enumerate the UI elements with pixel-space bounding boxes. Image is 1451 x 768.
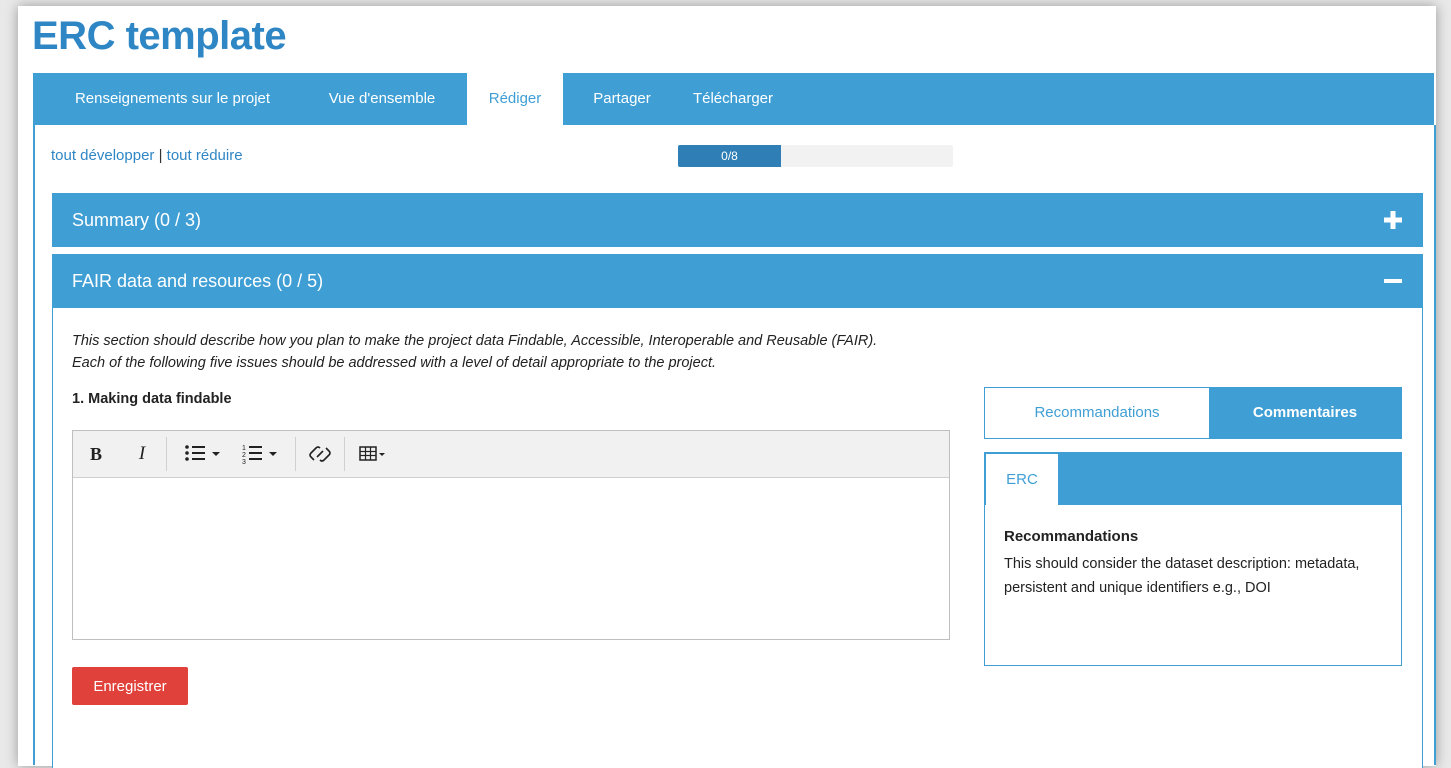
link-icon[interactable] [303,431,337,477]
svg-text:1: 1 [242,445,246,452]
section-intro: This section should describe how you pla… [72,330,877,374]
save-button[interactable]: Enregistrer [72,667,188,705]
answer-editor[interactable]: B I 1 2 3 [72,430,950,640]
section-summary-label: Summary (0 / 3) [72,210,202,230]
tab-comments[interactable]: Commentaires [1209,388,1401,438]
section-summary[interactable]: Summary (0 / 3) [52,193,1423,247]
tab-overview[interactable]: Vue d'ensemble [318,73,446,125]
expand-all-link[interactable]: tout développer [51,147,154,164]
toolbar-divider [295,437,296,471]
table-icon[interactable] [355,431,395,477]
toolbar-divider [166,437,167,471]
section-intro-line-2: Each of the following five issues should… [72,355,717,371]
section-fair-data[interactable]: FAIR data and resources (0 / 5) [52,254,1423,308]
toolbar-divider [344,437,345,471]
editor-toolbar: B I 1 2 3 [73,431,949,478]
tab-project-details[interactable]: Renseignements sur le projet [49,73,296,125]
plus-icon[interactable] [1383,210,1403,230]
italic-icon[interactable]: I [129,431,155,477]
expand-collapse-links: tout développer | tout réduire [51,147,243,164]
svg-text:3: 3 [242,459,246,466]
progress-label: 0/8 [721,149,738,163]
tab-erc[interactable]: ERC [986,454,1058,505]
svg-text:2: 2 [242,452,246,459]
link-separator: | [158,147,163,164]
section-intro-line-1: This section should describe how you pla… [72,333,878,349]
tab-write[interactable]: Rédiger [467,73,563,125]
bullet-list-icon[interactable] [175,431,233,477]
tab-download[interactable]: Télécharger [684,73,782,125]
question-label: 1. Making data findable [72,391,232,407]
section-fair-data-label: FAIR data and resources (0 / 5) [72,271,324,291]
guidance-tabs: Recommandations Commentaires [984,387,1402,439]
bold-icon[interactable]: B [83,431,109,477]
minus-icon[interactable] [1383,271,1403,291]
tab-recommendations[interactable]: Recommandations [985,388,1209,438]
tab-share[interactable]: Partager [587,73,657,125]
guidance-title: Recommandations [1004,528,1139,545]
numbered-list-icon[interactable]: 1 2 3 [237,431,289,477]
plan-tabs: Renseignements sur le projet Vue d'ensem… [33,73,1434,125]
progress-bar: 0/8 [678,145,953,167]
editor-text-area[interactable] [73,478,949,639]
page-title: ERC template [32,14,287,58]
collapse-all-link[interactable]: tout réduire [167,147,243,164]
guidance-panel: ERC Recommandations This should consider… [984,452,1402,666]
guidance-text: This should consider the dataset descrip… [1004,556,1360,596]
